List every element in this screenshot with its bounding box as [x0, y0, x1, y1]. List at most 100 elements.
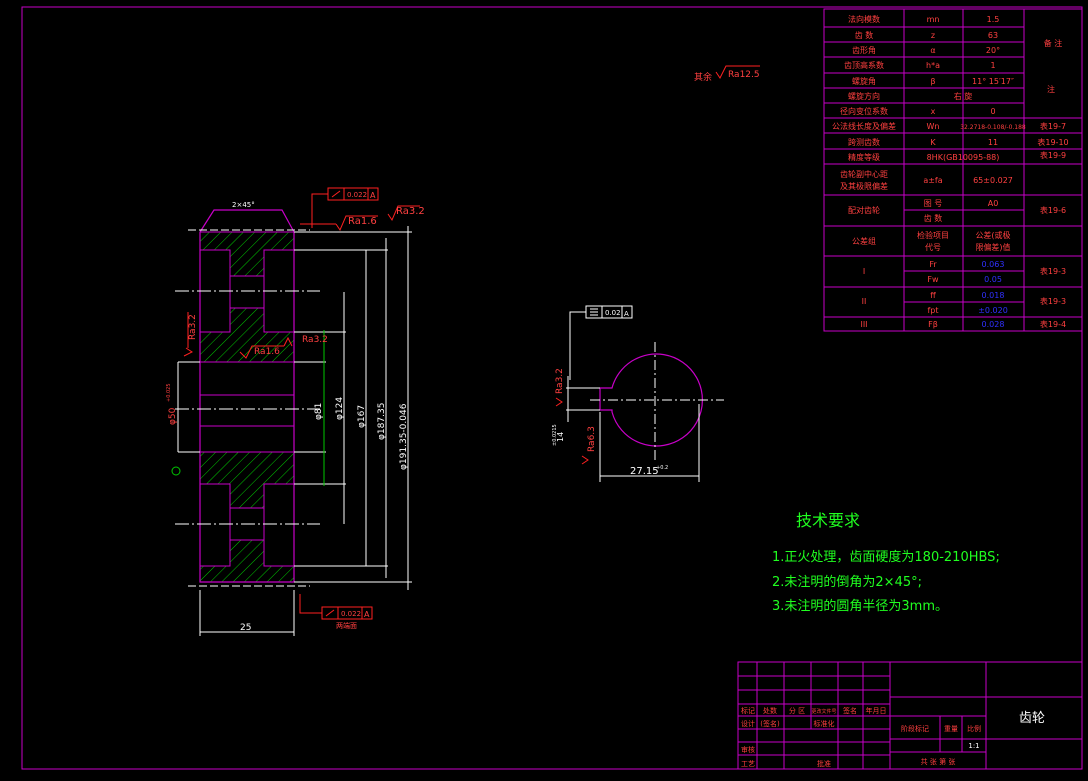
param-val: 63 — [988, 31, 998, 40]
param-sym: z — [931, 31, 935, 40]
dim-167: φ167 — [357, 405, 367, 428]
dim-124: φ124 — [335, 397, 345, 420]
param-val: 20° — [986, 46, 1000, 55]
tolerance-name: 公差组 — [852, 236, 876, 246]
param-sym: h*a — [926, 61, 940, 70]
rest-ra: Ra12.5 — [728, 70, 760, 80]
note-side: 注 — [1047, 84, 1055, 94]
param-sym: K — [930, 138, 936, 147]
mating-r2-label: 齿 数 — [924, 213, 943, 223]
tol-top: 0.022 — [347, 191, 367, 199]
param-sym: β — [930, 77, 935, 86]
group-code: ff — [930, 291, 936, 300]
dim-chamfer: 2×45° — [232, 201, 255, 209]
group-label: III — [860, 320, 867, 329]
tol-bottom: 0.022 — [341, 610, 361, 618]
group-label: I — [863, 267, 865, 276]
param-name: 跨测齿数 — [848, 137, 880, 147]
group-val: 0.063 — [982, 260, 1005, 269]
tb-label: 标记 — [741, 706, 755, 715]
tb-stage: 阶段标记 — [901, 724, 929, 733]
param-val: 11 — [988, 138, 998, 147]
ra-inner2: Ra3.2 — [302, 335, 328, 345]
group-val: ±0.020 — [978, 306, 1008, 315]
note: 表19-4 — [1040, 319, 1066, 329]
tb-scale-label: 比例 — [967, 724, 981, 733]
center-dist-val: 65±0.027 — [973, 176, 1013, 185]
tolerance-h2b: 限偏差)值 — [975, 242, 1010, 252]
ra-left: Ra3.2 — [188, 314, 198, 340]
tb-sheets: 共 张 第 张 — [921, 757, 956, 766]
dim-191: φ191.35-0.046 — [399, 403, 409, 470]
center-dist-name1: 齿轮副中心距 — [840, 169, 888, 179]
param-val: 32.2718-0.108/-0.188 — [960, 124, 1026, 131]
rest-label: 其余 — [694, 71, 712, 83]
keyway-ra1: Ra3.2 — [555, 368, 565, 394]
keyway-depth: 27.15 — [630, 466, 659, 477]
param-name: 螺旋角 — [852, 76, 876, 86]
tech-item-2: 2.未注明的倒角为2×45°; — [772, 574, 922, 590]
dim-187: φ187.35 — [377, 403, 387, 440]
tb-label: 处数 — [763, 706, 777, 715]
group-val: 0.018 — [982, 291, 1005, 300]
tb-label: 年月日 — [866, 706, 887, 715]
param-val: 右 旋 — [954, 91, 973, 101]
param-sym: α — [930, 46, 935, 55]
param-val: 8HK(GB10095-88) — [927, 153, 1000, 162]
note: 表19-9 — [1040, 150, 1066, 160]
tb-designer: 设计 — [741, 719, 755, 728]
dim-81: φ81 — [314, 403, 324, 420]
note: 表19-3 — [1040, 296, 1066, 306]
tb-label: 签名 — [843, 706, 857, 715]
tb-process: 工艺 — [741, 760, 755, 768]
param-sym: x — [931, 107, 936, 116]
dim-bore-tol: +0.025 — [166, 383, 172, 402]
group-code: Fw — [927, 275, 939, 284]
param-sym: Wn — [927, 122, 940, 131]
keyway-ra2: Ra6.3 — [587, 426, 597, 452]
mating-r1-label: 图 号 — [924, 199, 943, 208]
tb-signature: (签名) — [760, 719, 780, 728]
tb-label: 更改文件号 — [811, 708, 836, 715]
group-val: 0.05 — [984, 275, 1002, 284]
datum-bottom: A — [364, 610, 370, 619]
bottom-label: 两端面 — [336, 621, 357, 630]
dim-width: 25 — [240, 623, 251, 633]
tech-title: 技术要求 — [796, 511, 860, 530]
datum-top: A — [370, 191, 376, 200]
keyway-tol: 0.02 — [605, 309, 621, 317]
param-val: 11° 15′17″ — [972, 77, 1014, 86]
group-code: fpt — [927, 306, 938, 315]
ra-top1: Ra1.6 — [348, 216, 377, 227]
param-name: 径向变位系数 — [840, 106, 888, 116]
tolerance-h2: 公差(或极 — [975, 230, 1010, 240]
tb-standard: 标准化 — [814, 719, 835, 728]
group-code: Fr — [929, 260, 937, 269]
keyway-datum: A — [624, 310, 629, 318]
param-val: 0 — [990, 107, 995, 116]
mating-r1-val: A0 — [988, 199, 999, 208]
param-name: 螺旋方向 — [848, 91, 880, 101]
tolerance-h1: 检验项目 — [917, 230, 949, 240]
ra-inner1: Ra1.6 — [254, 347, 280, 357]
param-name: 齿顶高系数 — [844, 60, 884, 70]
param-val: 1 — [990, 61, 995, 70]
center-dist-name2: 及其极限偏差 — [840, 181, 888, 191]
note: 表19-3 — [1040, 266, 1066, 276]
note-header: 备 注 — [1044, 38, 1063, 48]
group-code: Fβ — [928, 320, 938, 329]
mating-name: 配对齿轮 — [848, 205, 880, 215]
tb-part-name: 齿轮 — [1019, 711, 1045, 726]
param-name: 法向模数 — [848, 14, 880, 24]
group-val: 0.028 — [982, 320, 1005, 329]
tech-item-1: 1.正火处理，齿面硬度为180-210HBS; — [772, 549, 1000, 565]
tb-review: 审核 — [741, 745, 755, 754]
group-label: II — [862, 297, 867, 306]
note: 表19-7 — [1040, 121, 1066, 131]
ra-top2: Ra3.2 — [396, 206, 425, 217]
dim-bore: φ50 — [168, 407, 178, 425]
param-name: 齿形角 — [852, 45, 876, 55]
tolerance-h1b: 代号 — [925, 242, 941, 252]
param-name: 公法线长度及偏差 — [832, 121, 896, 131]
tb-weight: 重量 — [944, 725, 958, 733]
